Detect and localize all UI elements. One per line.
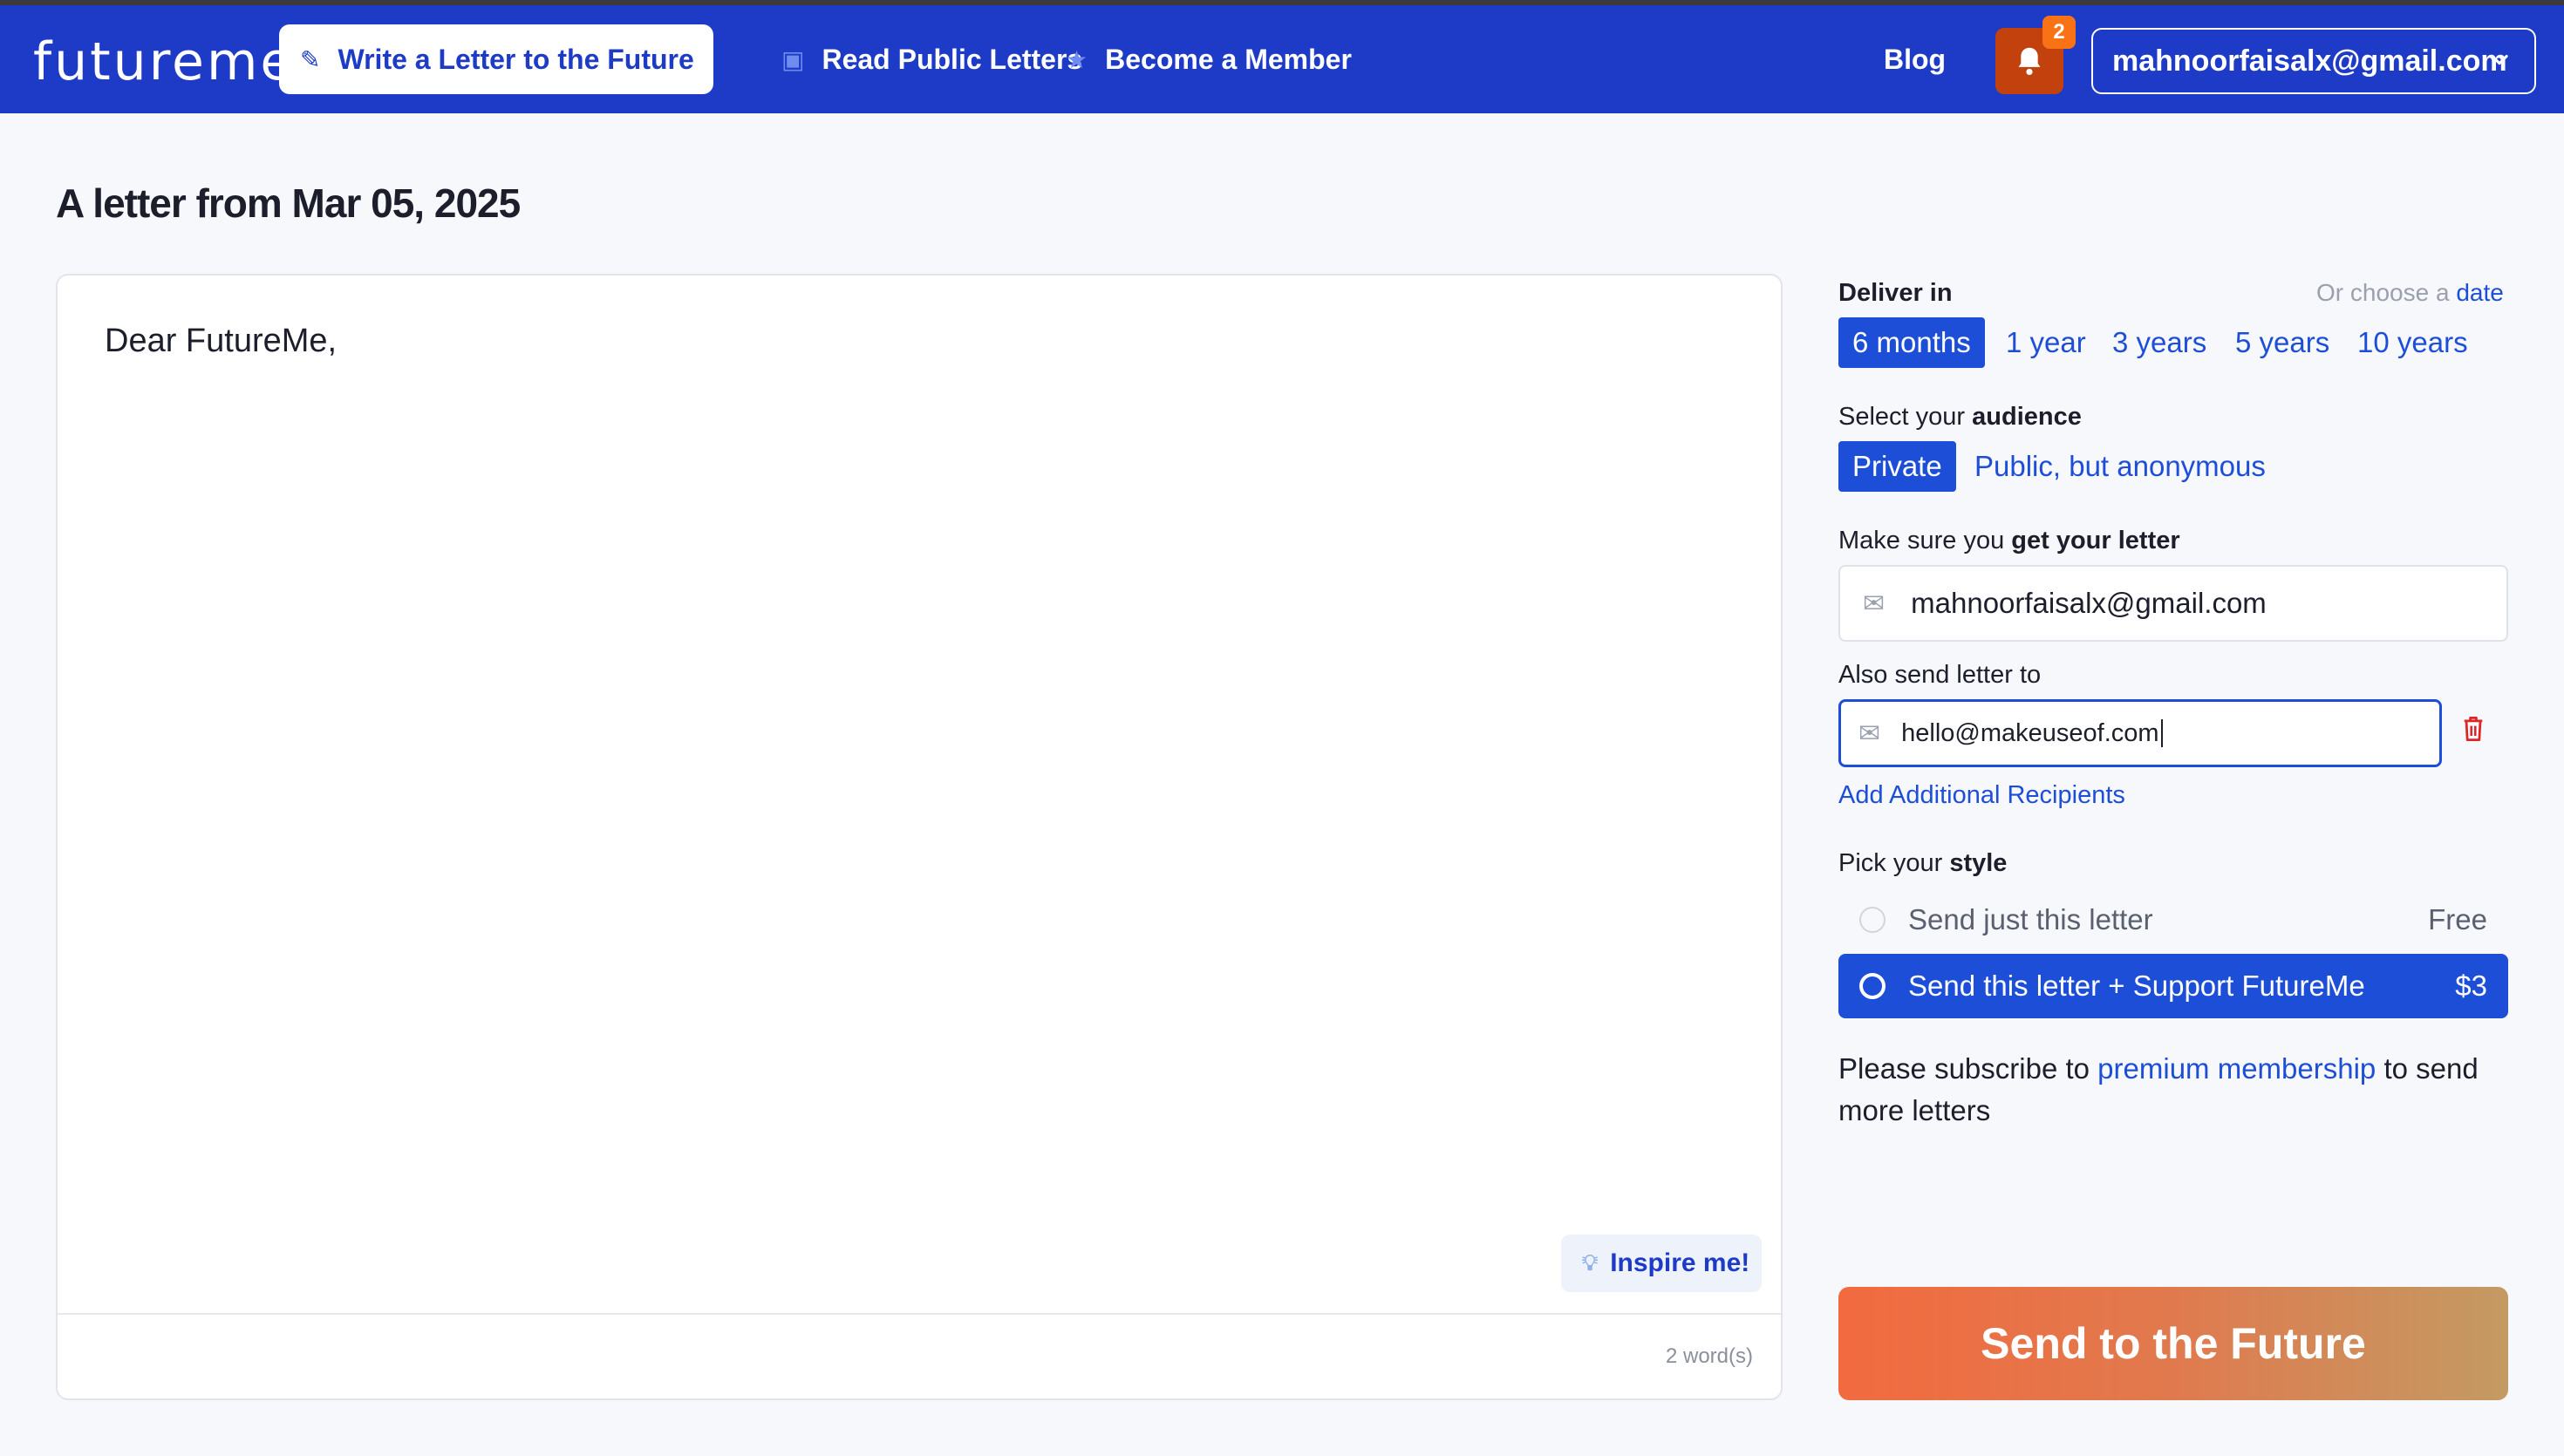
style-option-free[interactable]: Send just this letter Free <box>1838 888 2508 952</box>
deliver-option-3-years[interactable]: 3 years <box>2112 317 2206 368</box>
deliver-option-5-years[interactable]: 5 years <box>2235 317 2329 368</box>
deliver-option-10-years[interactable]: 10 years <box>2357 317 2468 368</box>
trash-icon[interactable] <box>2461 715 2486 750</box>
audience-private[interactable]: Private <box>1838 441 1956 492</box>
premium-membership-link[interactable]: premium membership <box>2097 1052 2376 1085</box>
get-your-letter-label: Make sure you get your letter <box>1838 527 2180 555</box>
recipient-email-value: mahnoorfaisalx@gmail.com <box>1911 587 2267 619</box>
radio-unselected[interactable] <box>1859 907 1885 933</box>
nav-member-label: Become a Member <box>1105 43 1352 75</box>
audience-public-anonymous[interactable]: Public, but anonymous <box>1974 441 2266 492</box>
style-free-price: Free <box>2428 903 2487 936</box>
pencil-icon: ✎ <box>300 45 321 73</box>
nav-write-letter[interactable]: ✎ Write a Letter to the Future <box>279 24 713 94</box>
top-navbar: futureme ✎ Write a Letter to the Future … <box>0 5 2564 113</box>
deliver-option-6-months[interactable]: 6 months <box>1838 317 1985 368</box>
nav-read-label: Read Public Letters <box>822 43 1083 75</box>
letter-body-text[interactable]: Dear FutureMe, <box>105 323 337 360</box>
style-support-label: Send this letter + Support FutureMe <box>1908 970 2365 1002</box>
also-send-email-value: hello@makeuseof.com <box>1901 718 2159 747</box>
deliver-option-1-year[interactable]: 1 year <box>2006 317 2086 368</box>
nav-blog-label: Blog <box>1884 43 1947 75</box>
nav-blog[interactable]: Blog <box>1884 24 1946 94</box>
add-additional-recipients-link[interactable]: Add Additional Recipients <box>1838 781 2125 810</box>
style-option-support[interactable]: Send this letter + Support FutureMe $3 <box>1838 954 2508 1018</box>
choose-date-link[interactable]: date <box>2456 279 2504 306</box>
choose-date-text: Or choose a date <box>2316 279 2504 306</box>
also-send-email-field[interactable]: ✉ hello@makeuseof.com <box>1838 699 2442 767</box>
nav-read-public-letters[interactable]: ▣ Read Public Letters <box>781 24 1082 94</box>
radio-selected[interactable] <box>1859 973 1885 999</box>
page-title: A letter from Mar 05, 2025 <box>56 180 521 226</box>
star-icon: ★ <box>1066 45 1088 73</box>
word-count: 2 word(s) <box>1665 1344 1753 1368</box>
nav-write-letter-label: Write a Letter to the Future <box>338 43 694 75</box>
text-cursor <box>2160 719 2163 747</box>
send-to-future-button[interactable]: Send to the Future <box>1838 1287 2508 1400</box>
book-icon: ▣ <box>781 45 805 73</box>
style-free-label: Send just this letter <box>1908 903 2153 936</box>
letter-editor[interactable]: Dear FutureMe, 💡︎ Inspire me! 2 word(s) <box>56 274 1783 1400</box>
nav-become-member[interactable]: ★ Become a Member <box>1066 24 1352 94</box>
inspire-me-label: Inspire me! <box>1610 1248 1750 1277</box>
futureme-logo[interactable]: futureme <box>33 31 295 92</box>
account-email: mahnoorfaisalx@gmail.com <box>2112 44 2507 78</box>
recipient-email-field[interactable]: ✉ mahnoorfaisalx@gmail.com <box>1838 565 2508 642</box>
bell-icon <box>2018 47 2041 76</box>
style-support-price: $3 <box>2455 970 2487 1002</box>
audience-label: Select your audience <box>1838 403 2082 431</box>
deliver-in-label: Deliver in <box>1838 279 1953 307</box>
chevron-down-icon <box>2491 54 2508 65</box>
style-label: Pick your style <box>1838 849 2008 877</box>
notification-count-badge: 2 <box>2042 16 2076 49</box>
envelope-icon: ✉ <box>1858 718 1881 748</box>
account-dropdown[interactable]: mahnoorfaisalx@gmail.com <box>2091 28 2536 94</box>
subscribe-note: Please subscribe to premium membership t… <box>1838 1052 2479 1126</box>
inspire-me-button[interactable]: 💡︎ Inspire me! <box>1561 1235 1762 1292</box>
lightbulb-icon: 💡︎ <box>1582 1249 1599 1276</box>
envelope-icon: ✉ <box>1863 589 1885 618</box>
logo-future-text: future <box>33 31 207 92</box>
also-send-label: Also send letter to <box>1838 661 2042 689</box>
editor-footer-divider <box>58 1313 1781 1315</box>
